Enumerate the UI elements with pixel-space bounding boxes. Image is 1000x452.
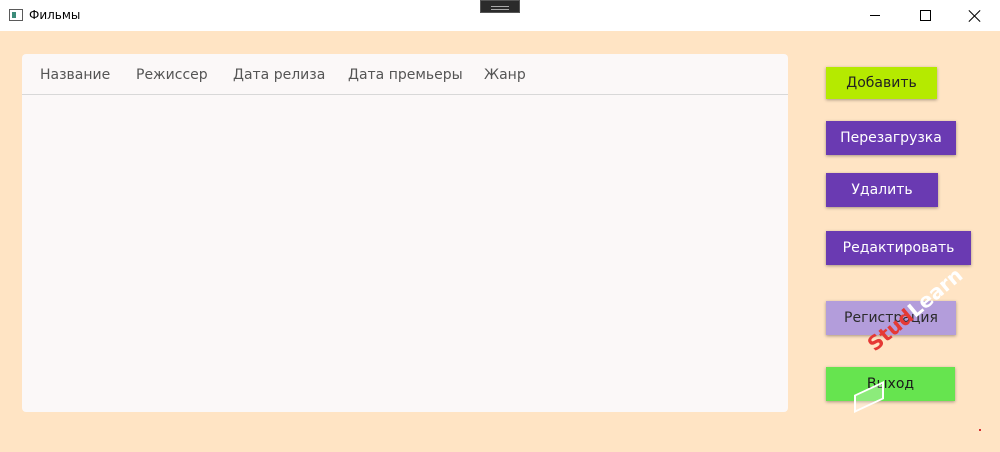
delete-button[interactable]: Удалить — [826, 173, 938, 207]
decorative-dot — [979, 429, 981, 431]
column-header-title[interactable]: Название — [40, 67, 110, 83]
title-bar: Фильмы — [0, 0, 1000, 31]
maximize-icon — [919, 10, 931, 21]
edit-button[interactable]: Редактировать — [826, 231, 971, 265]
minimize-button[interactable] — [852, 0, 898, 31]
table-header: Название Режиссер Дата релиза Дата премь… — [22, 54, 788, 95]
window-title: Фильмы — [29, 8, 81, 22]
reload-button[interactable]: Перезагрузка — [826, 121, 956, 155]
maximize-button[interactable] — [902, 0, 948, 31]
close-button[interactable] — [952, 0, 998, 31]
column-header-premiere-date[interactable]: Дата премьеры — [348, 67, 463, 83]
app-icon — [9, 9, 23, 21]
close-icon — [968, 9, 982, 23]
exit-button[interactable]: Выход — [826, 367, 955, 401]
drag-handle-icon[interactable] — [480, 0, 520, 13]
column-header-genre[interactable]: Жанр — [484, 67, 526, 83]
add-button[interactable]: Добавить — [826, 67, 937, 99]
column-header-director[interactable]: Режиссер — [136, 67, 208, 83]
films-table[interactable]: Название Режиссер Дата релиза Дата премь… — [22, 54, 788, 412]
column-header-release-date[interactable]: Дата релиза — [233, 67, 325, 83]
minimize-icon — [870, 15, 880, 16]
register-button[interactable]: Регистрация — [826, 301, 956, 335]
